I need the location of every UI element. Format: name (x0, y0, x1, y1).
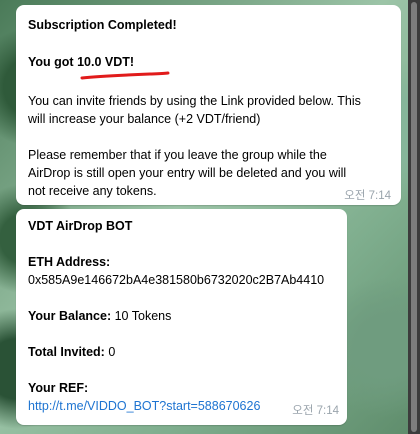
balance-line: Your Balance: 10 Tokens (28, 307, 171, 326)
ref-label: Your REF: (28, 381, 89, 395)
warning-text-line2: AirDrop is still open your entry will be… (28, 166, 347, 180)
warning-text-line3: not receive any tokens. (28, 184, 157, 198)
message-timestamp: 오전 7:14 (344, 190, 391, 202)
message-bubble-subscription[interactable]: Subscription Completed! You got 10.0 VDT… (16, 5, 401, 205)
balance-value: 10 Tokens (111, 309, 172, 323)
invited-value: 0 (104, 345, 116, 359)
ref-link[interactable]: http://t.me/VIDDO_BOT?start=588670626 (28, 397, 260, 416)
invite-text-line2: will increase your balance (+2 VDT/frien… (28, 112, 261, 126)
scrollbar[interactable] (408, 0, 420, 434)
message-title: Subscription Completed! (28, 18, 177, 32)
message-bubble-bot-info[interactable]: VDT AirDrop BOT ETH Address: 0x585A9e146… (16, 209, 347, 425)
invite-text-line1: You can invite friends by using the Link… (28, 94, 361, 108)
invited-label: Total Invited: (28, 345, 105, 359)
scrollbar-thumb[interactable] (411, 2, 417, 432)
message-timestamp: 오전 7:14 (292, 405, 339, 417)
warning-text-line1: Please remember that if you leave the gr… (28, 148, 327, 162)
invited-line: Total Invited: 0 (28, 343, 115, 362)
reward-amount: 10.0 VDT! (77, 55, 135, 69)
reward-line: You got 10.0 VDT! (28, 53, 134, 72)
eth-address-value: 0x585A9e146672bA4e381580b6732020c2B7Ab44… (28, 273, 325, 287)
reward-prefix: You got (28, 55, 78, 69)
eth-address-label: ETH Address: (28, 255, 111, 269)
message-title: VDT AirDrop BOT (28, 219, 133, 233)
balance-label: Your Balance: (28, 309, 112, 323)
